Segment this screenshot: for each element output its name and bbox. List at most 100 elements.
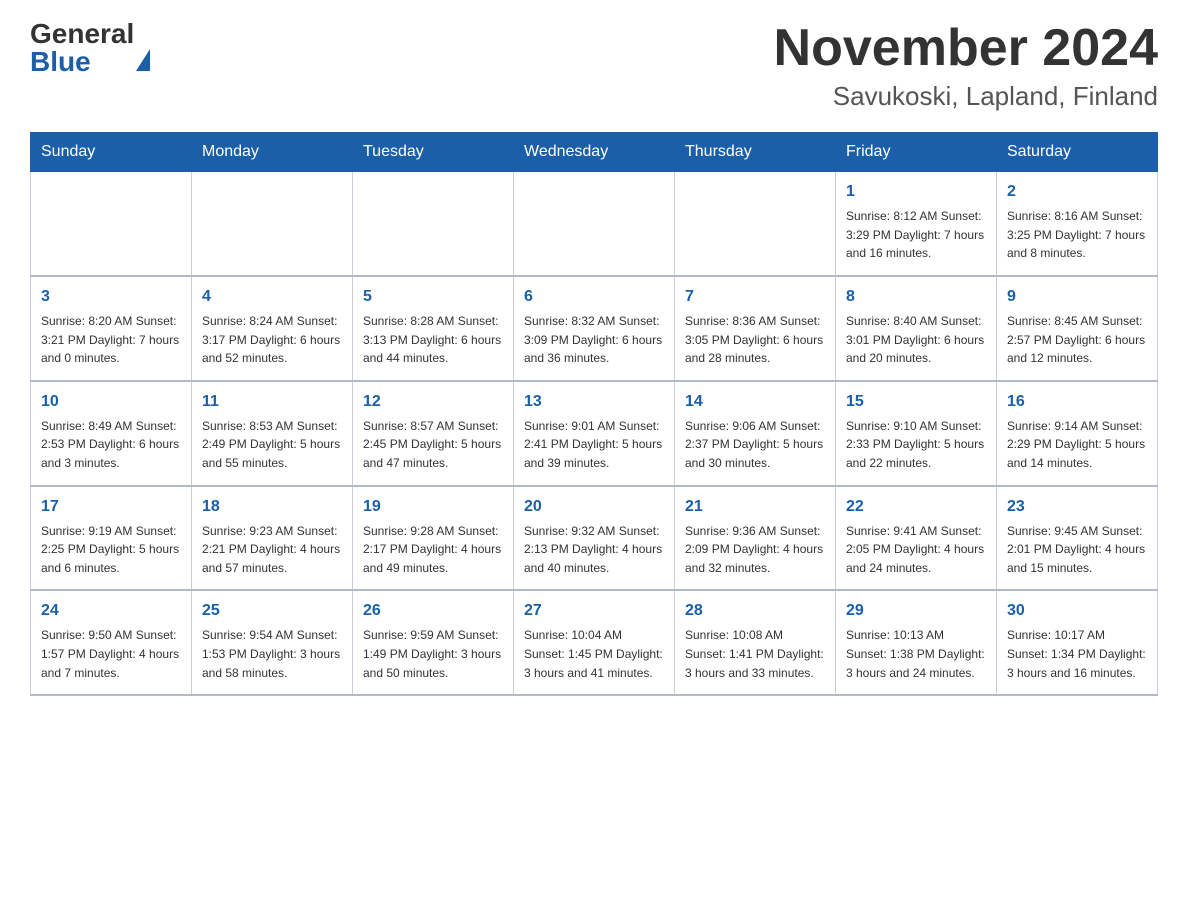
calendar-day-cell: [192, 172, 353, 276]
calendar-day-cell: 6Sunrise: 8:32 AM Sunset: 3:09 PM Daylig…: [514, 276, 675, 381]
day-header-sunday: Sunday: [31, 133, 192, 172]
calendar-day-cell: 2Sunrise: 8:16 AM Sunset: 3:25 PM Daylig…: [997, 172, 1158, 276]
calendar-header: SundayMondayTuesdayWednesdayThursdayFrid…: [31, 133, 1158, 172]
day-header-monday: Monday: [192, 133, 353, 172]
day-number: 22: [846, 495, 986, 519]
day-number: 26: [363, 599, 503, 623]
calendar-day-cell: 27 Sunrise: 10:04 AM Sunset: 1:45 PM Dayl…: [514, 590, 675, 695]
calendar-body: 1 Sunrise: 8:12 AM Sunset: 3:29 PM Daylig…: [31, 172, 1158, 695]
day-number: 21: [685, 495, 825, 519]
calendar-day-cell: 17Sunrise: 9:19 AM Sunset: 2:25 PM Dayli…: [31, 486, 192, 591]
day-number: 24: [41, 599, 181, 623]
day-info: Sunrise: 9:06 AM Sunset: 2:37 PM Dayligh…: [685, 417, 825, 473]
location-title: Savukoski, Lapland, Finland: [774, 81, 1158, 112]
logo: General Blue: [30, 20, 150, 76]
calendar-day-cell: 23Sunrise: 9:45 AM Sunset: 2:01 PM Dayli…: [997, 486, 1158, 591]
calendar-day-cell: 12 Sunrise: 8:57 AM Sunset: 2:45 PM Dayli…: [353, 381, 514, 486]
day-info: Sunrise: 10:17 AM Sunset: 1:34 PM Daylig…: [1007, 626, 1147, 682]
calendar-day-cell: 20 Sunrise: 9:32 AM Sunset: 2:13 PM Dayli…: [514, 486, 675, 591]
day-info: Sunrise: 10:13 AM Sunset: 1:38 PM Daylig…: [846, 626, 986, 682]
day-number: 27: [524, 599, 664, 623]
calendar-day-cell: 11Sunrise: 8:53 AM Sunset: 2:49 PM Dayli…: [192, 381, 353, 486]
calendar-week-row: 17Sunrise: 9:19 AM Sunset: 2:25 PM Dayli…: [31, 486, 1158, 591]
day-number: 10: [41, 390, 181, 414]
calendar-day-cell: 5Sunrise: 8:28 AM Sunset: 3:13 PM Daylig…: [353, 276, 514, 381]
day-number: 16: [1007, 390, 1147, 414]
calendar-day-cell: 10 Sunrise: 8:49 AM Sunset: 2:53 PM Dayli…: [31, 381, 192, 486]
calendar-day-cell: 26 Sunrise: 9:59 AM Sunset: 1:49 PM Dayli…: [353, 590, 514, 695]
calendar-day-cell: 21 Sunrise: 9:36 AM Sunset: 2:09 PM Dayli…: [675, 486, 836, 591]
calendar-day-cell: 22 Sunrise: 9:41 AM Sunset: 2:05 PM Dayli…: [836, 486, 997, 591]
calendar-week-row: 10 Sunrise: 8:49 AM Sunset: 2:53 PM Dayli…: [31, 381, 1158, 486]
day-number: 8: [846, 285, 986, 309]
calendar-table: SundayMondayTuesdayWednesdayThursdayFrid…: [30, 132, 1158, 696]
day-header-row: SundayMondayTuesdayWednesdayThursdayFrid…: [31, 133, 1158, 172]
day-info: Sunrise: 8:40 AM Sunset: 3:01 PM Dayligh…: [846, 312, 986, 368]
day-number: 5: [363, 285, 503, 309]
calendar-day-cell: 1 Sunrise: 8:12 AM Sunset: 3:29 PM Daylig…: [836, 172, 997, 276]
day-info: Sunrise: 8:45 AM Sunset: 2:57 PM Dayligh…: [1007, 312, 1147, 368]
day-info: Sunrise: 8:24 AM Sunset: 3:17 PM Dayligh…: [202, 312, 342, 368]
calendar-day-cell: 30 Sunrise: 10:17 AM Sunset: 1:34 PM Dayl…: [997, 590, 1158, 695]
calendar-day-cell: [675, 172, 836, 276]
day-number: 19: [363, 495, 503, 519]
calendar-week-row: 24 Sunrise: 9:50 AM Sunset: 1:57 PM Dayli…: [31, 590, 1158, 695]
day-info: Sunrise: 9:59 AM Sunset: 1:49 PM Dayligh…: [363, 626, 503, 682]
day-number: 9: [1007, 285, 1147, 309]
day-number: 17: [41, 495, 181, 519]
day-number: 13: [524, 390, 664, 414]
day-info: Sunrise: 8:57 AM Sunset: 2:45 PM Dayligh…: [363, 417, 503, 473]
calendar-day-cell: [353, 172, 514, 276]
day-info: Sunrise: 9:28 AM Sunset: 2:17 PM Dayligh…: [363, 522, 503, 578]
day-header-wednesday: Wednesday: [514, 133, 675, 172]
title-section: November 2024 Savukoski, Lapland, Finlan…: [774, 20, 1158, 112]
day-info: Sunrise: 9:32 AM Sunset: 2:13 PM Dayligh…: [524, 522, 664, 578]
day-info: Sunrise: 9:10 AM Sunset: 2:33 PM Dayligh…: [846, 417, 986, 473]
day-number: 30: [1007, 599, 1147, 623]
day-number: 25: [202, 599, 342, 623]
day-info: Sunrise: 8:12 AM Sunset: 3:29 PM Dayligh…: [846, 207, 986, 263]
calendar-day-cell: 8 Sunrise: 8:40 AM Sunset: 3:01 PM Daylig…: [836, 276, 997, 381]
day-info: Sunrise: 9:01 AM Sunset: 2:41 PM Dayligh…: [524, 417, 664, 473]
day-number: 14: [685, 390, 825, 414]
day-number: 20: [524, 495, 664, 519]
calendar-day-cell: 16Sunrise: 9:14 AM Sunset: 2:29 PM Dayli…: [997, 381, 1158, 486]
day-info: Sunrise: 8:49 AM Sunset: 2:53 PM Dayligh…: [41, 417, 181, 473]
page-header: General Blue November 2024 Savukoski, La…: [30, 20, 1158, 112]
day-number: 2: [1007, 180, 1147, 204]
calendar-day-cell: 3 Sunrise: 8:20 AM Sunset: 3:21 PM Daylig…: [31, 276, 192, 381]
day-info: Sunrise: 8:20 AM Sunset: 3:21 PM Dayligh…: [41, 312, 181, 368]
day-header-saturday: Saturday: [997, 133, 1158, 172]
day-number: 6: [524, 285, 664, 309]
day-info: Sunrise: 8:36 AM Sunset: 3:05 PM Dayligh…: [685, 312, 825, 368]
calendar-day-cell: 4 Sunrise: 8:24 AM Sunset: 3:17 PM Daylig…: [192, 276, 353, 381]
day-number: 15: [846, 390, 986, 414]
calendar-day-cell: 25 Sunrise: 9:54 AM Sunset: 1:53 PM Dayli…: [192, 590, 353, 695]
day-header-friday: Friday: [836, 133, 997, 172]
day-info: Sunrise: 9:50 AM Sunset: 1:57 PM Dayligh…: [41, 626, 181, 682]
day-number: 3: [41, 285, 181, 309]
logo-triangle-icon: [136, 18, 150, 71]
day-header-tuesday: Tuesday: [353, 133, 514, 172]
calendar-day-cell: 19 Sunrise: 9:28 AM Sunset: 2:17 PM Dayli…: [353, 486, 514, 591]
day-info: Sunrise: 10:08 AM Sunset: 1:41 PM Daylig…: [685, 626, 825, 682]
day-number: 12: [363, 390, 503, 414]
month-title: November 2024: [774, 20, 1158, 77]
day-info: Sunrise: 9:36 AM Sunset: 2:09 PM Dayligh…: [685, 522, 825, 578]
day-info: Sunrise: 9:41 AM Sunset: 2:05 PM Dayligh…: [846, 522, 986, 578]
calendar-day-cell: 29 Sunrise: 10:13 AM Sunset: 1:38 PM Dayl…: [836, 590, 997, 695]
day-number: 28: [685, 599, 825, 623]
calendar-day-cell: 28 Sunrise: 10:08 AM Sunset: 1:41 PM Dayl…: [675, 590, 836, 695]
calendar-day-cell: 14 Sunrise: 9:06 AM Sunset: 2:37 PM Dayli…: [675, 381, 836, 486]
day-number: 29: [846, 599, 986, 623]
day-header-thursday: Thursday: [675, 133, 836, 172]
day-number: 4: [202, 285, 342, 309]
day-number: 1: [846, 180, 986, 204]
day-number: 7: [685, 285, 825, 309]
day-info: Sunrise: 10:04 AM Sunset: 1:45 PM Daylig…: [524, 626, 664, 682]
day-number: 23: [1007, 495, 1147, 519]
calendar-day-cell: 13 Sunrise: 9:01 AM Sunset: 2:41 PM Dayli…: [514, 381, 675, 486]
calendar-day-cell: 7 Sunrise: 8:36 AM Sunset: 3:05 PM Daylig…: [675, 276, 836, 381]
calendar-day-cell: [31, 172, 192, 276]
day-info: Sunrise: 9:54 AM Sunset: 1:53 PM Dayligh…: [202, 626, 342, 682]
